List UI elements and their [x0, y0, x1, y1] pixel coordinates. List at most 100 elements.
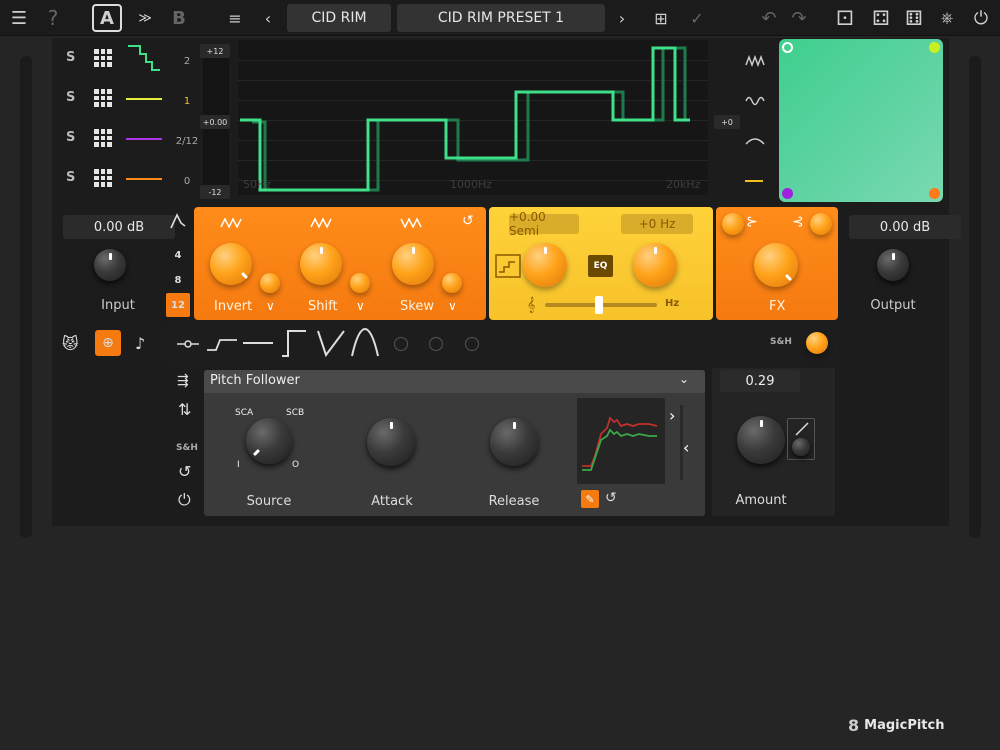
preset-name-selector[interactable]: CID RIM PRESET 1 — [397, 4, 605, 32]
mod-reset-icon[interactable]: ↺ — [178, 462, 191, 481]
undo-icon[interactable]: ↶ — [758, 4, 780, 32]
xy-corner-dot[interactable] — [782, 42, 793, 53]
mod-swap-icon[interactable]: ⇅ — [178, 400, 191, 419]
scope-next-icon[interactable]: › — [669, 406, 675, 425]
square-wave-icon[interactable] — [745, 54, 767, 68]
input-gain-value[interactable]: 0.00 dB — [63, 215, 175, 239]
slot-a-button[interactable]: A — [92, 4, 122, 32]
mod-category-drum-icon[interactable]: ⊕ — [95, 330, 121, 356]
power-icon[interactable]: ⏻ — [970, 4, 992, 32]
step-mode-icon[interactable] — [495, 254, 521, 278]
invert-label: Invert — [214, 299, 253, 314]
save-preset-icon[interactable]: ⊞ — [646, 4, 676, 32]
release-knob[interactable] — [490, 418, 538, 466]
band-solo-button[interactable]: S — [66, 170, 75, 185]
confirm-preset-icon[interactable]: ✓ — [684, 4, 710, 32]
band-solo-button[interactable]: S — [66, 130, 75, 145]
band-color-line — [126, 138, 162, 140]
shape-flat-icon[interactable] — [242, 334, 274, 354]
routing-icon[interactable]: ⎈ — [934, 4, 960, 32]
dice-one-icon[interactable]: ⚀ — [834, 4, 856, 32]
smooth-wave-icon[interactable] — [745, 134, 767, 148]
flat-wave-icon[interactable] — [745, 180, 763, 182]
output-gain-value[interactable]: 0.00 dB — [849, 215, 961, 239]
shape-step-icon[interactable] — [280, 328, 308, 358]
input-gain-knob[interactable] — [94, 249, 126, 281]
shape-slot-empty[interactable] — [429, 337, 443, 351]
shift-label: Shift — [308, 299, 338, 314]
mod-power-icon[interactable]: ⏻ — [178, 490, 191, 510]
dice-two-icon[interactable]: ⚃ — [870, 4, 892, 32]
shift-mini-knob[interactable] — [350, 273, 370, 293]
mod-source-select[interactable]: Pitch Follower ⌄ — [204, 370, 705, 393]
skew-dropdown-icon[interactable]: ∨ — [448, 299, 457, 313]
envelope-mode-icon[interactable] — [168, 211, 188, 231]
scope-reset-icon[interactable]: ↺ — [605, 490, 617, 506]
scope-scrollbar[interactable] — [680, 405, 683, 480]
semi-value[interactable]: +0.00 Semi — [509, 210, 579, 238]
invert-dropdown-icon[interactable]: ∨ — [266, 299, 275, 313]
amount-value[interactable]: 0.29 — [720, 370, 800, 392]
fx-right-mini-knob[interactable] — [810, 213, 832, 235]
output-gain-knob[interactable] — [877, 249, 909, 281]
wand-icon[interactable]: ✎ — [581, 490, 599, 508]
fx-left-mini-knob[interactable] — [722, 213, 744, 235]
sh-knob[interactable] — [806, 332, 828, 354]
amount-mini-knob[interactable] — [792, 438, 810, 456]
skew-knob[interactable] — [392, 243, 434, 285]
skew-mini-knob[interactable] — [442, 273, 462, 293]
shape-slot-empty[interactable] — [394, 337, 408, 351]
source-knob[interactable] — [246, 418, 292, 464]
reset-icon[interactable]: ↺ — [462, 213, 474, 229]
hz-value[interactable]: +0 Hz — [621, 214, 693, 234]
mod-category-trumpet-icon[interactable]: ♪ — [135, 334, 145, 353]
dice-many-icon[interactable]: ⚅ — [900, 4, 928, 32]
pitch-slider-handle[interactable] — [595, 296, 603, 314]
next-preset-button[interactable]: › — [614, 4, 630, 32]
shift-dropdown-icon[interactable]: ∨ — [356, 299, 365, 313]
prev-preset-button[interactable]: ‹ — [260, 4, 276, 32]
semi-knob[interactable] — [523, 243, 567, 287]
scope-prev-icon[interactable]: ‹ — [683, 438, 689, 457]
attack-knob[interactable] — [367, 418, 415, 466]
preset-bank-selector[interactable]: CID RIM — [287, 4, 391, 32]
mod-route-icon[interactable]: ⇶ — [177, 373, 189, 389]
right-scroll-rail[interactable] — [969, 56, 981, 538]
xy-pad[interactable] — [779, 39, 943, 202]
mod-category-face-icon[interactable]: 😾 — [62, 334, 79, 353]
band-grid-icon[interactable] — [94, 169, 112, 187]
invert-mini-knob[interactable] — [260, 273, 280, 293]
fx-knob[interactable] — [754, 243, 798, 287]
shape-ramp-icon[interactable] — [206, 334, 238, 354]
band-solo-button[interactable]: S — [66, 90, 75, 105]
pitch-grid-8-tab[interactable]: 8 — [166, 268, 190, 292]
sine-wave-icon[interactable] — [745, 94, 767, 108]
slot-b-button[interactable]: B — [168, 4, 190, 32]
shift-knob[interactable] — [300, 243, 342, 285]
hz-knob[interactable] — [633, 243, 677, 287]
eq-button[interactable]: EQ — [588, 255, 613, 277]
link-icon[interactable] — [176, 336, 200, 352]
shape-bump-icon[interactable] — [350, 328, 380, 358]
xy-corner-dot[interactable] — [782, 188, 793, 199]
menu-icon[interactable]: ☰ — [8, 4, 30, 32]
invert-knob[interactable] — [210, 243, 252, 285]
band-solo-button[interactable]: S — [66, 50, 75, 65]
band-grid-icon[interactable] — [94, 129, 112, 147]
meter-right-label: +0 — [714, 115, 740, 129]
pitch-grid-12-tab[interactable]: 12 — [166, 293, 190, 317]
pitch-curve-graph[interactable]: 50Hz 1000Hz 20kHz — [238, 40, 708, 195]
pitch-grid-4-tab[interactable]: 4 — [166, 243, 190, 267]
shape-saw-icon[interactable] — [316, 328, 346, 358]
amount-knob[interactable] — [737, 416, 785, 464]
redo-icon[interactable]: ↷ — [788, 4, 810, 32]
xy-corner-dot[interactable] — [929, 188, 940, 199]
band-grid-icon[interactable] — [94, 49, 112, 67]
xy-corner-dot[interactable] — [929, 42, 940, 53]
left-scroll-rail[interactable] — [20, 56, 32, 538]
copy-ab-icon[interactable]: ≫ — [132, 4, 158, 32]
shape-slot-empty[interactable] — [465, 337, 479, 351]
help-button[interactable]: ? — [42, 4, 64, 32]
preset-list-icon[interactable]: ≡ — [220, 4, 250, 32]
band-grid-icon[interactable] — [94, 89, 112, 107]
